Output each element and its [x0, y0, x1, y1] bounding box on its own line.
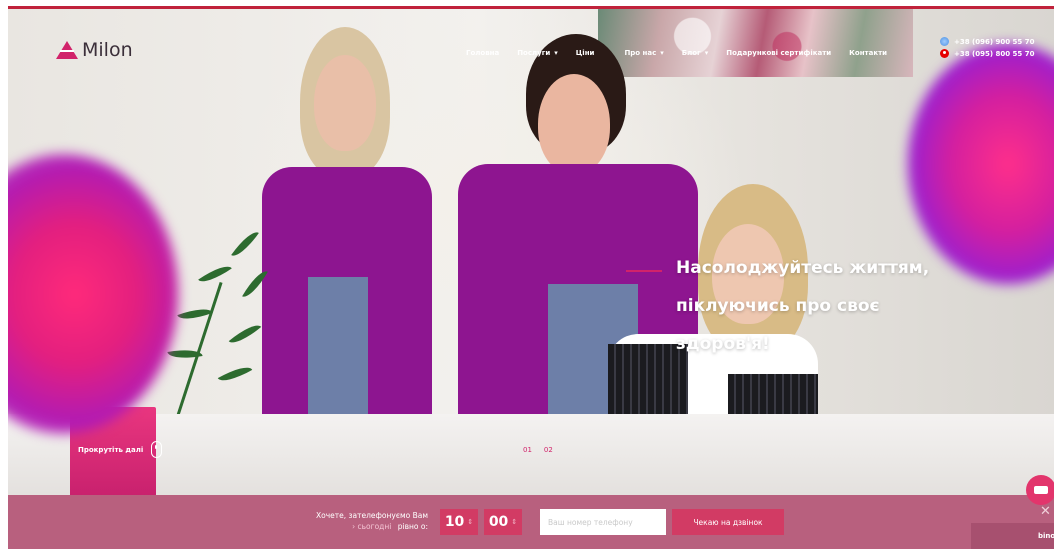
chat-button[interactable]	[1026, 475, 1054, 505]
scroll-label: Прокрутіть далі	[78, 445, 144, 454]
decor-blob-left	[8, 154, 178, 434]
nav-label: Ціни	[575, 49, 595, 57]
hero-tagline: Насолоджуйтесь життям, піклуючись про св…	[626, 249, 976, 363]
kyivstar-icon	[940, 37, 949, 46]
slide-pager: 01 02	[523, 446, 553, 454]
desk	[8, 414, 1054, 495]
nav-item-home[interactable]: Головна	[466, 49, 499, 57]
callback-day-select[interactable]: › сьогодні	[352, 522, 391, 531]
nav-label: Подарункові сертифікати	[726, 49, 832, 57]
site-header: Milon Головна Послуги ▾ Ціни Про нас ▾ Б…	[8, 9, 1054, 69]
nav-label: Про нас	[624, 49, 657, 57]
callback-prompt-text: Хочете, зателефонуємо Вам	[316, 511, 428, 520]
nav-label: Контакти	[849, 49, 888, 57]
callback-when: › сьогодні рівно о:	[288, 522, 428, 531]
callback-day-label: сьогодні	[357, 522, 392, 531]
updown-arrows-icon: ⇕	[467, 519, 474, 526]
tagline-dash	[626, 270, 662, 272]
nav-label: Послуги	[517, 49, 551, 57]
callback-prompt: Хочете, зателефонуємо Вам › сьогодні рів…	[288, 511, 428, 531]
mouse-icon	[151, 441, 163, 458]
decor-blob-right	[908, 44, 1054, 284]
nav-item-services[interactable]: Послуги ▾	[517, 49, 558, 57]
main-nav: Головна Послуги ▾ Ціни Про нас ▾ Блог ▾	[466, 49, 887, 57]
hour-select[interactable]: 10 ⇕	[440, 509, 478, 535]
logo[interactable]: Milon	[56, 39, 133, 61]
close-icon[interactable]: ✕	[1040, 503, 1051, 519]
callback-at-label: рівно о:	[397, 522, 428, 531]
chevron-down-icon: ▾	[704, 49, 709, 57]
chevron-down-icon: ▾	[660, 49, 664, 57]
logo-text: Milon	[82, 39, 133, 61]
nav-item-about[interactable]: Про нас ▾	[624, 49, 663, 57]
phone-number: +38 (095) 800 55 70	[954, 49, 1035, 58]
nav-item-gift-certificates[interactable]: Подарункові сертифікати	[726, 49, 831, 57]
slide-page-1[interactable]: 01	[523, 446, 532, 454]
slide-page-2[interactable]: 02	[544, 446, 553, 454]
nav-label: Головна	[466, 49, 500, 57]
vodafone-icon	[940, 49, 949, 58]
plant-decor	[158, 227, 298, 419]
nav-item-contacts[interactable]: Контакти	[849, 49, 887, 57]
tagline-line-1: Насолоджуйтесь життям,	[676, 258, 930, 278]
top-border	[0, 0, 1054, 9]
phone-link-vodafone[interactable]: +38 (095) 800 55 70	[940, 49, 1034, 58]
logo-mark-icon	[56, 41, 78, 59]
minute-value: 00	[488, 514, 509, 530]
updown-arrows-icon: ⇕	[511, 519, 518, 526]
chevron-down-icon: ▾	[554, 49, 558, 57]
phone-list: +38 (096) 900 55 70 +38 (095) 800 55 70	[940, 37, 1034, 61]
nav-item-blog[interactable]: Блог ▾	[682, 49, 708, 57]
request-call-button[interactable]: Чекаю на дзвінок	[672, 509, 784, 535]
page: Milon Головна Послуги ▾ Ціни Про нас ▾ Б…	[0, 0, 1054, 549]
callback-bar: Хочете, зателефонуємо Вам › сьогодні рів…	[8, 495, 1054, 549]
phone-link-kyivstar[interactable]: +38 (096) 900 55 70	[940, 37, 1034, 46]
hour-value: 10	[444, 514, 465, 530]
scroll-hint[interactable]: Прокрутіть далі	[78, 441, 163, 458]
phone-number: +38 (096) 900 55 70	[954, 37, 1035, 46]
minute-select[interactable]: 00 ⇕	[484, 509, 522, 535]
corner-widget-text: binota	[1038, 532, 1054, 540]
tagline-line-3: здоров'я!	[676, 334, 770, 354]
tagline-line-2: піклуючись про своє	[676, 296, 880, 316]
nav-label: Блог	[681, 49, 701, 57]
hero-banner: Milon Головна Послуги ▾ Ціни Про нас ▾ Б…	[8, 9, 1054, 495]
nav-item-prices[interactable]: Ціни	[576, 49, 595, 57]
phone-number-input[interactable]	[540, 509, 666, 535]
